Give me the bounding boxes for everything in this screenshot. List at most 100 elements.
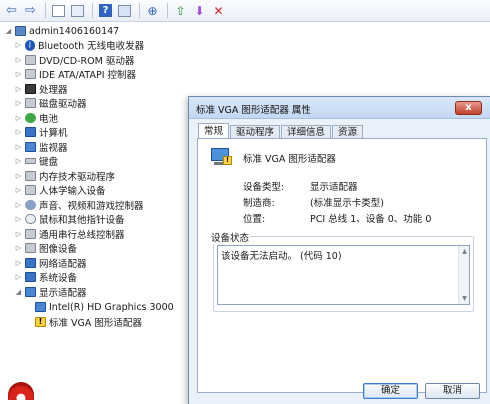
scan-hardware-icon[interactable]: ⊕ — [144, 2, 161, 19]
tree-item-computer[interactable]: ▷ 计算机 — [14, 125, 68, 139]
camera-icon — [25, 243, 36, 253]
expand-arrow-icon[interactable]: ▷ — [14, 244, 23, 252]
disable-device-icon[interactable]: ⬇ — [191, 2, 208, 19]
tree-item-network[interactable]: ▷ 网络适配器 — [14, 256, 87, 270]
tree-item-monitor[interactable]: ▷ 监视器 — [14, 140, 68, 154]
mouse-icon — [25, 214, 36, 224]
properties-icon[interactable] — [69, 2, 86, 19]
tree-item-disk[interactable]: ▷ 磁盘驱动器 — [14, 96, 87, 110]
tree-item-processor[interactable]: ▷ 处理器 — [14, 82, 68, 96]
tree-item-label: Bluetooth 无线电收发器 — [38, 41, 145, 52]
taskbar-app-icon[interactable] — [8, 382, 34, 400]
scroll-up-icon[interactable]: ▲ — [460, 247, 469, 256]
expand-arrow-icon[interactable]: ▷ — [14, 273, 23, 281]
tree-item-bluetooth[interactable]: ▷ ᛒ Bluetooth 无线电收发器 — [14, 38, 144, 52]
tree-item-label: 显示适配器 — [39, 288, 87, 299]
scroll-down-icon[interactable]: ▼ — [460, 294, 469, 303]
ide-controller-icon — [25, 69, 36, 79]
collapse-arrow-icon[interactable]: ◢ — [4, 27, 13, 35]
collapse-arrow-icon[interactable]: ◢ — [14, 288, 23, 296]
general-panel: ! 标准 VGA 图形适配器 设备类型: 显示适配器 制造商: (标准显示卡类型… — [197, 138, 487, 393]
cancel-button[interactable]: 取消 — [425, 383, 480, 399]
tab-bar: 常规 驱动程序 详细信息 资源 — [198, 123, 364, 139]
uninstall-device-icon[interactable]: ✕ — [210, 2, 227, 19]
tree-item-label: 系统设备 — [39, 273, 78, 284]
tree-item-label: 图像设备 — [39, 244, 78, 255]
display-adapter-icon — [35, 302, 46, 312]
toolbar-separator — [92, 3, 93, 18]
tab-driver[interactable]: 驱动程序 — [230, 125, 281, 139]
tree-item-memory[interactable]: ▷ 内存技术驱动程序 — [14, 169, 115, 183]
tree-root[interactable]: ◢ admin1406160147 — [4, 24, 119, 38]
expand-arrow-icon[interactable]: ▷ — [14, 143, 23, 151]
expand-arrow-icon[interactable]: ▷ — [14, 157, 23, 165]
tree-item-hid[interactable]: ▷ 人体学输入设备 — [14, 183, 106, 197]
expand-arrow-icon[interactable]: ▷ — [14, 41, 23, 49]
expand-arrow-icon[interactable]: ▷ — [14, 259, 23, 267]
expand-arrow-icon[interactable]: ▷ — [14, 201, 23, 209]
tab-general[interactable]: 常规 — [198, 123, 230, 139]
tree-item-usb[interactable]: ▷ 通用串行总线控制器 — [14, 227, 125, 241]
status-text: 该设备无法启动。 (代码 10) — [221, 251, 342, 262]
expand-arrow-icon[interactable]: ▷ — [14, 99, 23, 107]
expand-arrow-icon[interactable]: ▷ — [14, 114, 23, 122]
network-icon — [25, 258, 36, 268]
monitor-icon — [25, 142, 36, 152]
toolbar-separator — [139, 3, 140, 18]
tree-item-sound[interactable]: ▷ 声音、视频和游戏控制器 — [14, 198, 144, 212]
display-adapter-warning-icon: ! — [209, 147, 232, 167]
tree-item-label: 网络适配器 — [39, 259, 87, 270]
expand-arrow-icon[interactable]: ▷ — [14, 186, 23, 194]
tree-item-camera[interactable]: ▷ 图像设备 — [14, 241, 77, 255]
tree-item-label: 鼠标和其他指针设备 — [39, 215, 125, 226]
computer-icon — [15, 26, 26, 36]
close-icon: x — [465, 102, 472, 113]
tree-item-label: 声音、视频和游戏控制器 — [39, 201, 144, 212]
help-icon[interactable]: ? — [97, 2, 114, 19]
memory-icon — [25, 171, 36, 181]
tree-item-label: 键盘 — [39, 157, 59, 168]
location-value: PCI 总线 1、设备 0、功能 0 — [310, 214, 432, 225]
tree-item-battery[interactable]: ▷ 电池 — [14, 111, 58, 125]
properties-dialog: 标准 VGA 图形适配器 属性 x 常规 驱动程序 详细信息 资源 ! 标准 V… — [188, 96, 490, 404]
expand-arrow-icon[interactable]: ▷ — [14, 215, 23, 223]
manufacturer-label: 制造商: — [243, 198, 275, 209]
tree-child-intel[interactable]: Intel(R) HD Graphics 3000 — [33, 300, 174, 314]
update-driver-icon[interactable]: ⇧ — [172, 2, 189, 19]
tree-item-label: 监视器 — [39, 143, 68, 154]
expand-arrow-icon[interactable]: ▷ — [14, 70, 23, 78]
tree-item-label: DVD/CD-ROM 驱动器 — [39, 56, 135, 67]
processor-icon — [25, 84, 36, 94]
tree-child-label: 标准 VGA 图形适配器 — [49, 318, 142, 329]
computer-icon — [25, 127, 36, 137]
tree-item-label: 通用串行总线控制器 — [39, 230, 125, 241]
expand-arrow-icon[interactable]: ▷ — [14, 56, 23, 64]
dialog-title: 标准 VGA 图形适配器 属性 — [196, 105, 311, 116]
tree-item-ide[interactable]: ▷ IDE ATA/ATAPI 控制器 — [14, 67, 136, 81]
ok-button[interactable]: 确定 — [363, 383, 418, 399]
close-button[interactable]: x — [455, 101, 482, 115]
expand-arrow-icon[interactable]: ▷ — [14, 85, 23, 93]
display-adapter-icon — [25, 287, 36, 297]
back-arrow-icon[interactable]: ⇦ — [3, 2, 20, 19]
status-scrollbar[interactable]: ▲ ▼ — [458, 246, 469, 304]
status-textbox[interactable]: 该设备无法启动。 (代码 10) ▲ ▼ — [217, 245, 470, 305]
console-icon[interactable] — [116, 2, 133, 19]
tree-item-mouse[interactable]: ▷ 鼠标和其他指针设备 — [14, 212, 125, 226]
tree-item-system[interactable]: ▷ 系统设备 — [14, 270, 77, 284]
keyboard-icon — [25, 158, 36, 164]
expand-arrow-icon[interactable]: ▷ — [14, 230, 23, 238]
forward-arrow-icon[interactable]: ⇨ — [22, 2, 39, 19]
tree-item-dvd[interactable]: ▷ DVD/CD-ROM 驱动器 — [14, 53, 134, 67]
tab-resources[interactable]: 资源 — [332, 125, 364, 139]
expand-arrow-icon[interactable]: ▷ — [14, 128, 23, 136]
tree-item-label: 磁盘驱动器 — [39, 99, 87, 110]
tree-child-vga[interactable]: ! 标准 VGA 图形适配器 — [33, 315, 142, 329]
disk-drive-icon — [25, 98, 36, 108]
expand-arrow-icon[interactable]: ▷ — [14, 172, 23, 180]
tab-details[interactable]: 详细信息 — [281, 125, 332, 139]
tree-item-display[interactable]: ◢ 显示适配器 — [14, 285, 87, 299]
window-box-icon[interactable] — [50, 2, 67, 19]
dialog-titlebar[interactable]: 标准 VGA 图形适配器 属性 x — [189, 97, 490, 119]
tree-item-keyboard[interactable]: ▷ 键盘 — [14, 154, 58, 168]
